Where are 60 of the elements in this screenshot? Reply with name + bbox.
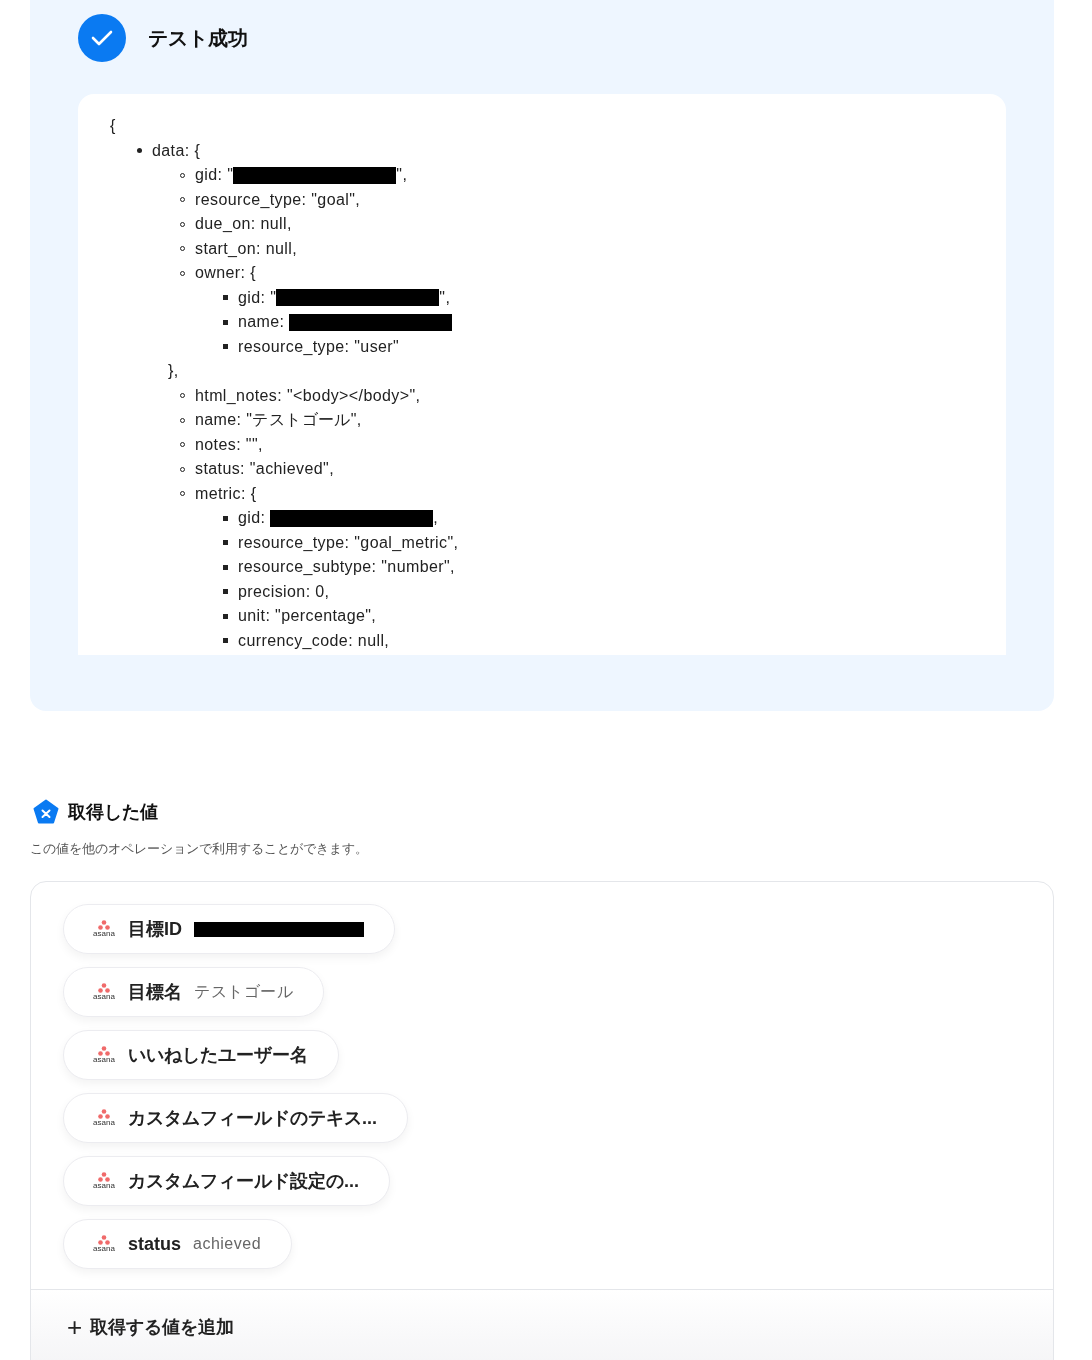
status-title: テスト成功 [148,25,248,51]
code-line: gid: " [238,288,277,307]
code-line: { [110,117,116,136]
pentagon-icon [33,799,59,825]
code-line: due_on: null, [195,215,292,234]
code-line: html_notes: "<body></body>", [195,386,421,405]
dots-logo-icon [98,1172,110,1182]
dots-logo-icon [98,1235,110,1245]
value-chip[interactable]: asana いいねしたユーザー名 [63,1030,339,1080]
dots-logo-icon [98,983,110,993]
code-line: ", [439,288,451,307]
dots-logo-icon [98,920,110,930]
bullet-icon [223,613,228,619]
bullet-icon [223,319,228,325]
value-chip[interactable]: asana 目標名 テストゴール [63,967,324,1017]
code-line: resource_type: "user" [238,337,400,356]
logo-text: asana [93,1056,115,1064]
value-chip[interactable]: asana 目標ID [63,904,395,954]
code-line: name: [238,313,286,332]
code-line: start_on: null, [195,239,298,258]
value-chip[interactable]: asana status achieved [63,1219,293,1269]
logo-text: asana [93,930,115,938]
bullet-icon [223,344,228,350]
code-line: name: "テストゴール", [195,409,362,430]
logo-text: asana [93,993,115,1001]
bullet-icon [223,515,228,521]
bullet-icon [223,589,228,595]
code-line: precision: 0, [238,582,330,601]
code-line: owner: { [195,264,256,283]
code-line: data: { [152,141,201,160]
bullet-icon [223,564,228,570]
value-text: achieved [193,1235,262,1253]
bullet-icon [223,540,228,546]
section-title: 取得した値 [68,801,158,824]
bullet-icon [137,148,142,154]
code-line: }, [168,362,179,381]
code-line: status: "achieved", [195,460,335,479]
code-line: resource_type: "goal_metric", [238,533,459,552]
code-line: unit: "percentage", [238,607,377,626]
code-line: resource_type: "goal", [195,190,361,209]
code-line: ", [396,166,408,185]
logo-text: asana [93,1119,115,1127]
value-chip[interactable]: asana カスタムフィールドのテキス... [63,1093,408,1143]
value-text: テストゴール [194,981,293,1002]
dots-logo-icon [98,1109,110,1119]
code-line: gid: [238,509,267,528]
logo-text: asana [93,1182,115,1190]
code-line: , [433,509,439,528]
logo-text: asana [93,1245,115,1253]
add-value-button[interactable]: + 取得する値を追加 [67,1290,235,1360]
dots-logo-icon [98,1046,110,1056]
bullet-icon [223,295,228,301]
value-chip[interactable]: asana カスタムフィールド設定の... [63,1156,390,1206]
code-line: resource_subtype: "number", [238,558,455,577]
bullet-icon [223,638,228,644]
code-line: currency_code: null, [238,631,390,650]
section-description: この値を他のオペレーションで利用することができます。 [30,840,369,858]
code-line: metric: { [195,484,257,503]
code-line: notes: "", [195,435,263,454]
code-line: gid: " [195,166,234,185]
